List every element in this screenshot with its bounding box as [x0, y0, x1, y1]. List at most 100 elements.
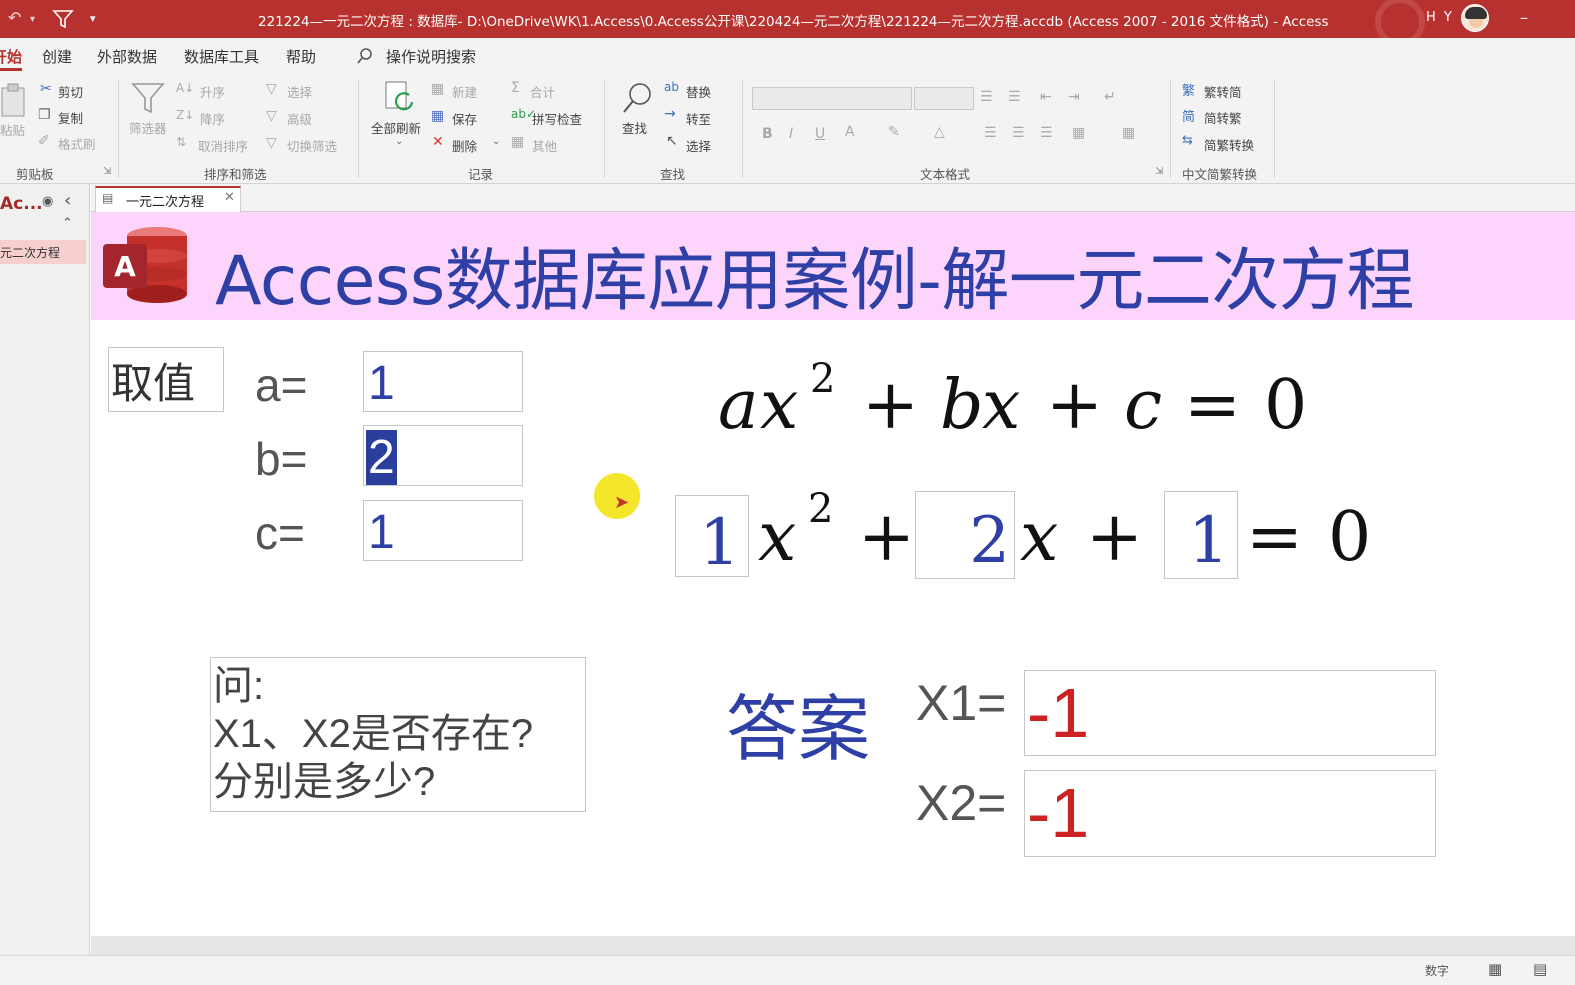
dialog-launcher-icon[interactable]: ⇲: [1155, 166, 1163, 177]
group-separator: [118, 80, 119, 178]
advanced-filter-icon: ▽: [266, 108, 277, 124]
tab-quadratic-form[interactable]: ▤ 一元二次方程 ✕: [95, 186, 241, 213]
sort-descending-button[interactable]: 降序: [200, 109, 225, 128]
new-record-icon: ▦: [431, 81, 445, 97]
to-traditional-button[interactable]: 简转繁: [1204, 108, 1242, 127]
document-tab-strip: ▤ 一元二次方程 ✕: [91, 184, 1575, 213]
form-view-icon[interactable]: ▦: [1488, 960, 1502, 978]
form-icon: ▤: [102, 191, 114, 205]
formula-c: c: [1124, 366, 1163, 445]
delete-record-button[interactable]: 删除: [452, 136, 477, 155]
find-icon[interactable]: [620, 80, 656, 116]
x2-result[interactable]: -1: [1024, 770, 1436, 857]
remove-sort-button[interactable]: 取消排序: [198, 136, 248, 155]
filled-plus-2: +: [1086, 498, 1143, 577]
align-right-icon[interactable]: ☰: [1040, 125, 1053, 141]
dialog-launcher-icon[interactable]: ⇲: [103, 166, 111, 177]
x1-result-value: -1: [1027, 674, 1090, 752]
delete-dropdown-icon[interactable]: ⌄: [492, 136, 500, 147]
formula-equals: =: [1184, 366, 1241, 445]
toggle-filter-button[interactable]: 切换筛选: [287, 136, 337, 155]
tab-help[interactable]: 帮助: [286, 46, 316, 67]
align-left-icon[interactable]: ☰: [984, 125, 997, 141]
a-input-value: 1: [368, 357, 395, 410]
layout-view-icon[interactable]: ▤: [1533, 960, 1547, 978]
convert-button[interactable]: 简繁转换: [1204, 135, 1254, 154]
nav-pane-title[interactable]: Ac...: [0, 194, 43, 214]
nav-collapse-icon[interactable]: ‹: [64, 190, 71, 211]
filter-large-icon[interactable]: [130, 80, 166, 116]
horizontal-scrollbar[interactable]: [91, 936, 1575, 955]
nav-item-label: 一元二次方程: [0, 246, 61, 260]
underline-button[interactable]: U: [815, 126, 825, 142]
chevron-up-icon[interactable]: ⌃: [62, 216, 73, 231]
refresh-all-button[interactable]: 全部刷新: [371, 118, 421, 137]
selection-filter-button[interactable]: 选择: [287, 82, 312, 101]
nav-menu-dropdown-icon[interactable]: ◉: [42, 194, 53, 209]
paste-icon[interactable]: [0, 82, 30, 118]
decrease-indent-icon[interactable]: ⇥: [1068, 89, 1080, 105]
undo-dropdown-icon[interactable]: ▾: [30, 14, 35, 25]
c-input[interactable]: 1: [363, 500, 523, 561]
font-size-combo[interactable]: [914, 87, 974, 110]
tab-database-tools[interactable]: 数据库工具: [184, 46, 259, 67]
filter-button[interactable]: 筛选器: [129, 118, 167, 137]
mouse-cursor-icon: ➤: [614, 492, 630, 513]
formula-zero: 0: [1264, 366, 1308, 445]
font-name-combo[interactable]: [752, 87, 912, 110]
avatar[interactable]: [1461, 4, 1489, 32]
refresh-dropdown-icon[interactable]: ⌄: [395, 136, 403, 147]
user-initials[interactable]: H Y: [1426, 10, 1454, 25]
advanced-filter-button[interactable]: 高级: [287, 109, 312, 128]
sort-descending-icon: Z↓: [176, 108, 195, 122]
to-simplified-button[interactable]: 繁转简: [1204, 82, 1242, 101]
bullets-icon[interactable]: ☰: [980, 89, 993, 105]
cut-button[interactable]: 剪切: [58, 82, 83, 101]
more-button[interactable]: 其他: [532, 136, 557, 155]
increase-indent-icon[interactable]: ⇤: [1040, 89, 1052, 105]
x2-label: X2=: [916, 775, 1007, 831]
select-button[interactable]: 选择: [686, 136, 711, 155]
align-center-icon[interactable]: ☰: [1012, 125, 1025, 141]
fill-color-icon[interactable]: △: [934, 124, 945, 140]
gridlines-icon[interactable]: ▦: [1122, 125, 1135, 141]
font-color-icon[interactable]: A: [845, 124, 855, 140]
formula-plus-2: +: [1046, 366, 1103, 445]
tab-home[interactable]: 开始: [0, 46, 22, 67]
highlight-icon[interactable]: ✎: [888, 124, 900, 140]
replace-button[interactable]: 替换: [686, 82, 711, 101]
spelling-button[interactable]: 拼写检查: [532, 109, 582, 128]
copy-icon: ❐: [38, 107, 51, 123]
b-input[interactable]: 2: [363, 425, 523, 486]
tab-create[interactable]: 创建: [42, 46, 72, 67]
refresh-all-icon[interactable]: [382, 80, 418, 116]
minimize-button[interactable]: –: [1520, 8, 1528, 27]
bold-button[interactable]: B: [762, 126, 773, 142]
nav-item-form[interactable]: 一元二次方程: [0, 240, 86, 264]
totals-button[interactable]: 合计: [530, 82, 555, 101]
alternate-row-color-icon[interactable]: ▦: [1072, 125, 1085, 141]
cut-icon: ✂: [40, 81, 52, 97]
format-painter-button[interactable]: 格式刷: [58, 134, 96, 153]
navigation-pane: Ac... ◉ ‹ ⌃ 一元二次方程: [0, 184, 90, 955]
sort-ascending-button[interactable]: 升序: [200, 82, 225, 101]
active-tab-indicator: [0, 68, 22, 71]
customize-toolbar-icon[interactable]: ▾: [90, 12, 96, 25]
a-input[interactable]: 1: [363, 351, 523, 412]
save-record-button[interactable]: 保存: [452, 109, 477, 128]
filter-icon[interactable]: [52, 9, 74, 29]
tab-external-data[interactable]: 外部数据: [97, 46, 157, 67]
numbering-icon[interactable]: ☰: [1008, 89, 1021, 105]
new-record-button[interactable]: 新建: [452, 82, 477, 101]
goto-button[interactable]: 转至: [686, 109, 711, 128]
tell-me-search[interactable]: 操作说明搜索: [386, 46, 476, 67]
undo-icon[interactable]: ↶: [8, 8, 21, 27]
paragraph-direction-icon[interactable]: ↵: [1104, 89, 1116, 105]
copy-button[interactable]: 复制: [58, 108, 83, 127]
group-label-find: 查找: [660, 167, 686, 182]
find-button[interactable]: 查找: [622, 118, 647, 137]
italic-button[interactable]: I: [789, 126, 793, 142]
close-tab-icon[interactable]: ✕: [224, 190, 235, 205]
filled-equals: =: [1246, 498, 1303, 577]
x1-result[interactable]: -1: [1024, 670, 1436, 756]
